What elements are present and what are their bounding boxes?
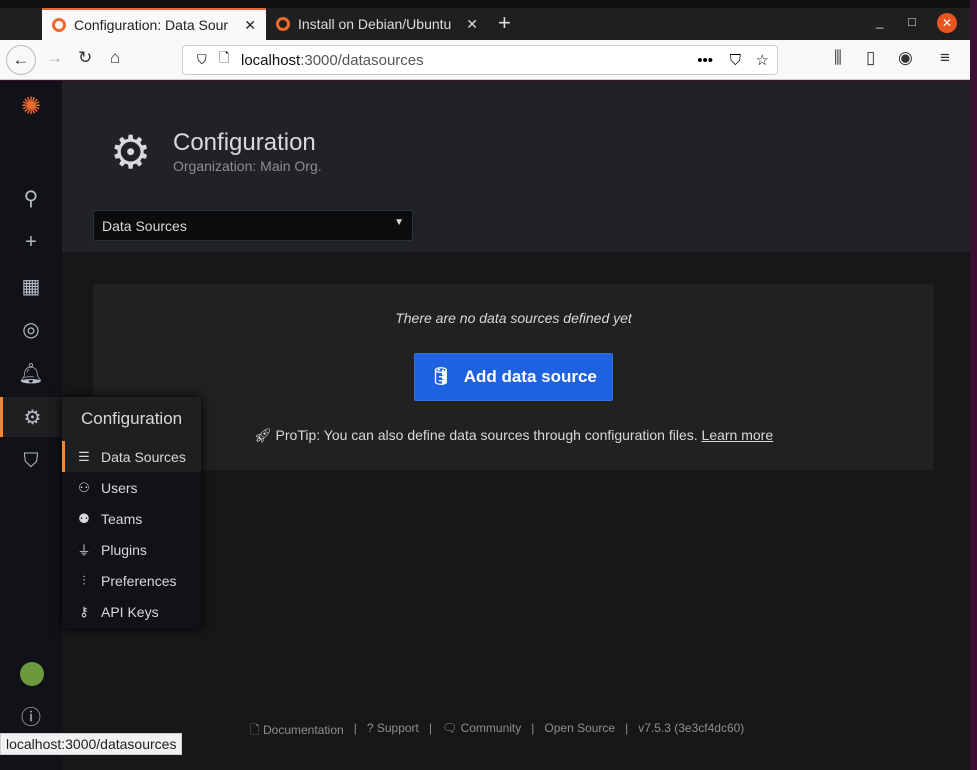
page-subtitle: Organization: Main Org. [173, 158, 322, 174]
more-icon[interactable]: ••• [697, 52, 713, 69]
close-tab-icon[interactable]: ✕ [244, 17, 256, 34]
close-tab-icon[interactable]: ✕ [466, 16, 478, 33]
search-icon[interactable]: ⚲ [0, 178, 62, 218]
plug-icon: ⏚ [77, 543, 91, 558]
url-host: localhost [241, 51, 301, 69]
gear-icon[interactable]: ⚙ [0, 397, 62, 437]
grafana-icon [276, 17, 290, 31]
support-link[interactable]: ? Support [367, 721, 419, 742]
gear-icon: ⚙ [110, 126, 152, 178]
empty-message: There are no data sources defined yet [395, 310, 632, 326]
reload-icon[interactable]: ↻ [78, 48, 92, 68]
star-icon[interactable]: ☆ [756, 51, 769, 69]
rocket-icon: 🚀︎ [253, 427, 276, 443]
menu-title[interactable]: Configuration [62, 397, 201, 441]
protip-text: ProTip: You can also define data sources… [275, 427, 698, 443]
database-icon: ☰ [78, 448, 90, 464]
page-title: Configuration [173, 129, 316, 156]
menu-item-users[interactable]: ⚇ Users [62, 472, 201, 503]
menu-item-api-keys[interactable]: ⚷ API Keys [62, 596, 201, 627]
configuration-menu: Configuration ☰ Data Sources ⚇ Users ⚉ Team… [62, 397, 201, 628]
maximize-button[interactable]: □ [908, 14, 916, 29]
sliders-icon: ⫶ [82, 572, 86, 588]
page-icon: 🗋 [219, 50, 230, 65]
url-bar[interactable]: localhost:3000/datasources ⛉ 🗋 ••• ⛉ ☆ [182, 45, 778, 75]
select-value: Data Sources [102, 218, 187, 234]
pocket-icon[interactable]: ⛉ [730, 52, 741, 69]
home-icon[interactable]: ⌂ [110, 48, 120, 68]
minimize-button[interactable]: _ [876, 14, 883, 29]
protip: 🚀︎ ProTip: You can also define data sour… [93, 427, 934, 444]
database-icon: 🛢︎ [430, 367, 452, 386]
tab-configuration[interactable]: Configuration: Data Sour ✕ [42, 8, 266, 40]
caret-down-icon: ▼ [394, 217, 404, 228]
account-icon[interactable]: ◉ [898, 48, 913, 68]
community-link[interactable]: 🗨 Community [442, 721, 521, 742]
back-icon[interactable]: ← [6, 45, 36, 75]
close-window-button[interactable]: ✕ [937, 13, 957, 33]
menu-item-teams[interactable]: ⚉ Teams [62, 503, 201, 534]
sidebar: ✺ ⚲ + ▦ ◎ 🔔︎ ⚙ ⛉ ⓘ [0, 81, 62, 770]
tab-label: Configuration: Data Sour [74, 17, 229, 33]
footer: 🗋 Documentation | ? Support | 🗨 Community |… [250, 721, 744, 742]
footer-label: Documentation [262, 723, 344, 737]
menu-item-data-sources[interactable]: ☰ Data Sources [62, 441, 201, 472]
documentation-link[interactable]: 🗋 Documentation [250, 721, 344, 742]
plus-icon[interactable]: + [0, 222, 62, 262]
version-text: v7.5.3 (3e3cf4dc60) [638, 721, 745, 735]
menu-label: API Keys [101, 603, 159, 620]
menu-label: Teams [101, 510, 143, 527]
url-path: :3000/datasources [300, 51, 424, 69]
footer-label: Community [460, 721, 522, 735]
learn-more-link[interactable]: Learn more [702, 427, 774, 443]
explore-icon[interactable]: ◎ [0, 309, 62, 349]
library-icon[interactable]: ⫼ [834, 48, 842, 68]
avatar[interactable] [20, 662, 44, 686]
menu-item-plugins[interactable]: ⏚ Plugins [62, 534, 201, 565]
shield-icon[interactable]: ⛉ [0, 441, 62, 481]
menu-label: Preferences [101, 572, 177, 589]
grafana-logo-icon[interactable]: ✺ [0, 86, 62, 126]
forward-icon[interactable]: → [46, 48, 63, 68]
new-tab-button[interactable]: + [498, 10, 511, 36]
shield-icon[interactable]: ⛉ [197, 52, 207, 68]
browser-navbar: ← → ↻ ⌂ localhost:3000/datasources ⛉ 🗋 •… [0, 40, 970, 80]
section-select[interactable]: Data Sources ▼ [93, 210, 413, 241]
footer-label: Support [376, 721, 419, 735]
add-data-source-button[interactable]: 🛢︎ Add data source [414, 353, 613, 401]
key-icon: ⚷ [79, 603, 89, 619]
sidebar-icon[interactable]: ▯ [866, 48, 875, 68]
menu-item-preferences[interactable]: ⫶ Preferences [62, 565, 201, 596]
page-header: ⚙ Configuration Organization: Main Org. … [62, 81, 970, 252]
menu-label: Users [101, 479, 138, 496]
help-icon[interactable]: ⓘ [0, 695, 62, 735]
status-bar-url: localhost:3000/datasources [0, 733, 183, 755]
menu-label: Plugins [101, 541, 147, 558]
tab-install[interactable]: Install on Debian/Ubuntu ✕ [266, 8, 488, 40]
empty-state-card: There are no data sources defined yet 🛢︎… [93, 284, 934, 470]
dashboards-icon[interactable]: ▦ [0, 266, 62, 306]
menu-icon[interactable]: ≡ [940, 48, 950, 68]
menu-label: Data Sources [101, 448, 186, 465]
tab-label: Install on Debian/Ubuntu [298, 16, 452, 32]
grafana-icon [52, 18, 66, 32]
users-icon: ⚉ [78, 510, 90, 526]
bell-icon[interactable]: 🔔︎ [0, 353, 62, 393]
browser-tabbar: Configuration: Data Sour ✕ Install on Deb… [0, 0, 970, 40]
grafana-page: ✺ ⚲ + ▦ ◎ 🔔︎ ⚙ ⛉ ⓘ ⚙ Configuration Organ… [0, 81, 970, 770]
add-button-label: Add data source [463, 367, 597, 386]
open-source-link[interactable]: Open Source [544, 721, 615, 742]
user-icon: ⚇ [78, 479, 90, 495]
